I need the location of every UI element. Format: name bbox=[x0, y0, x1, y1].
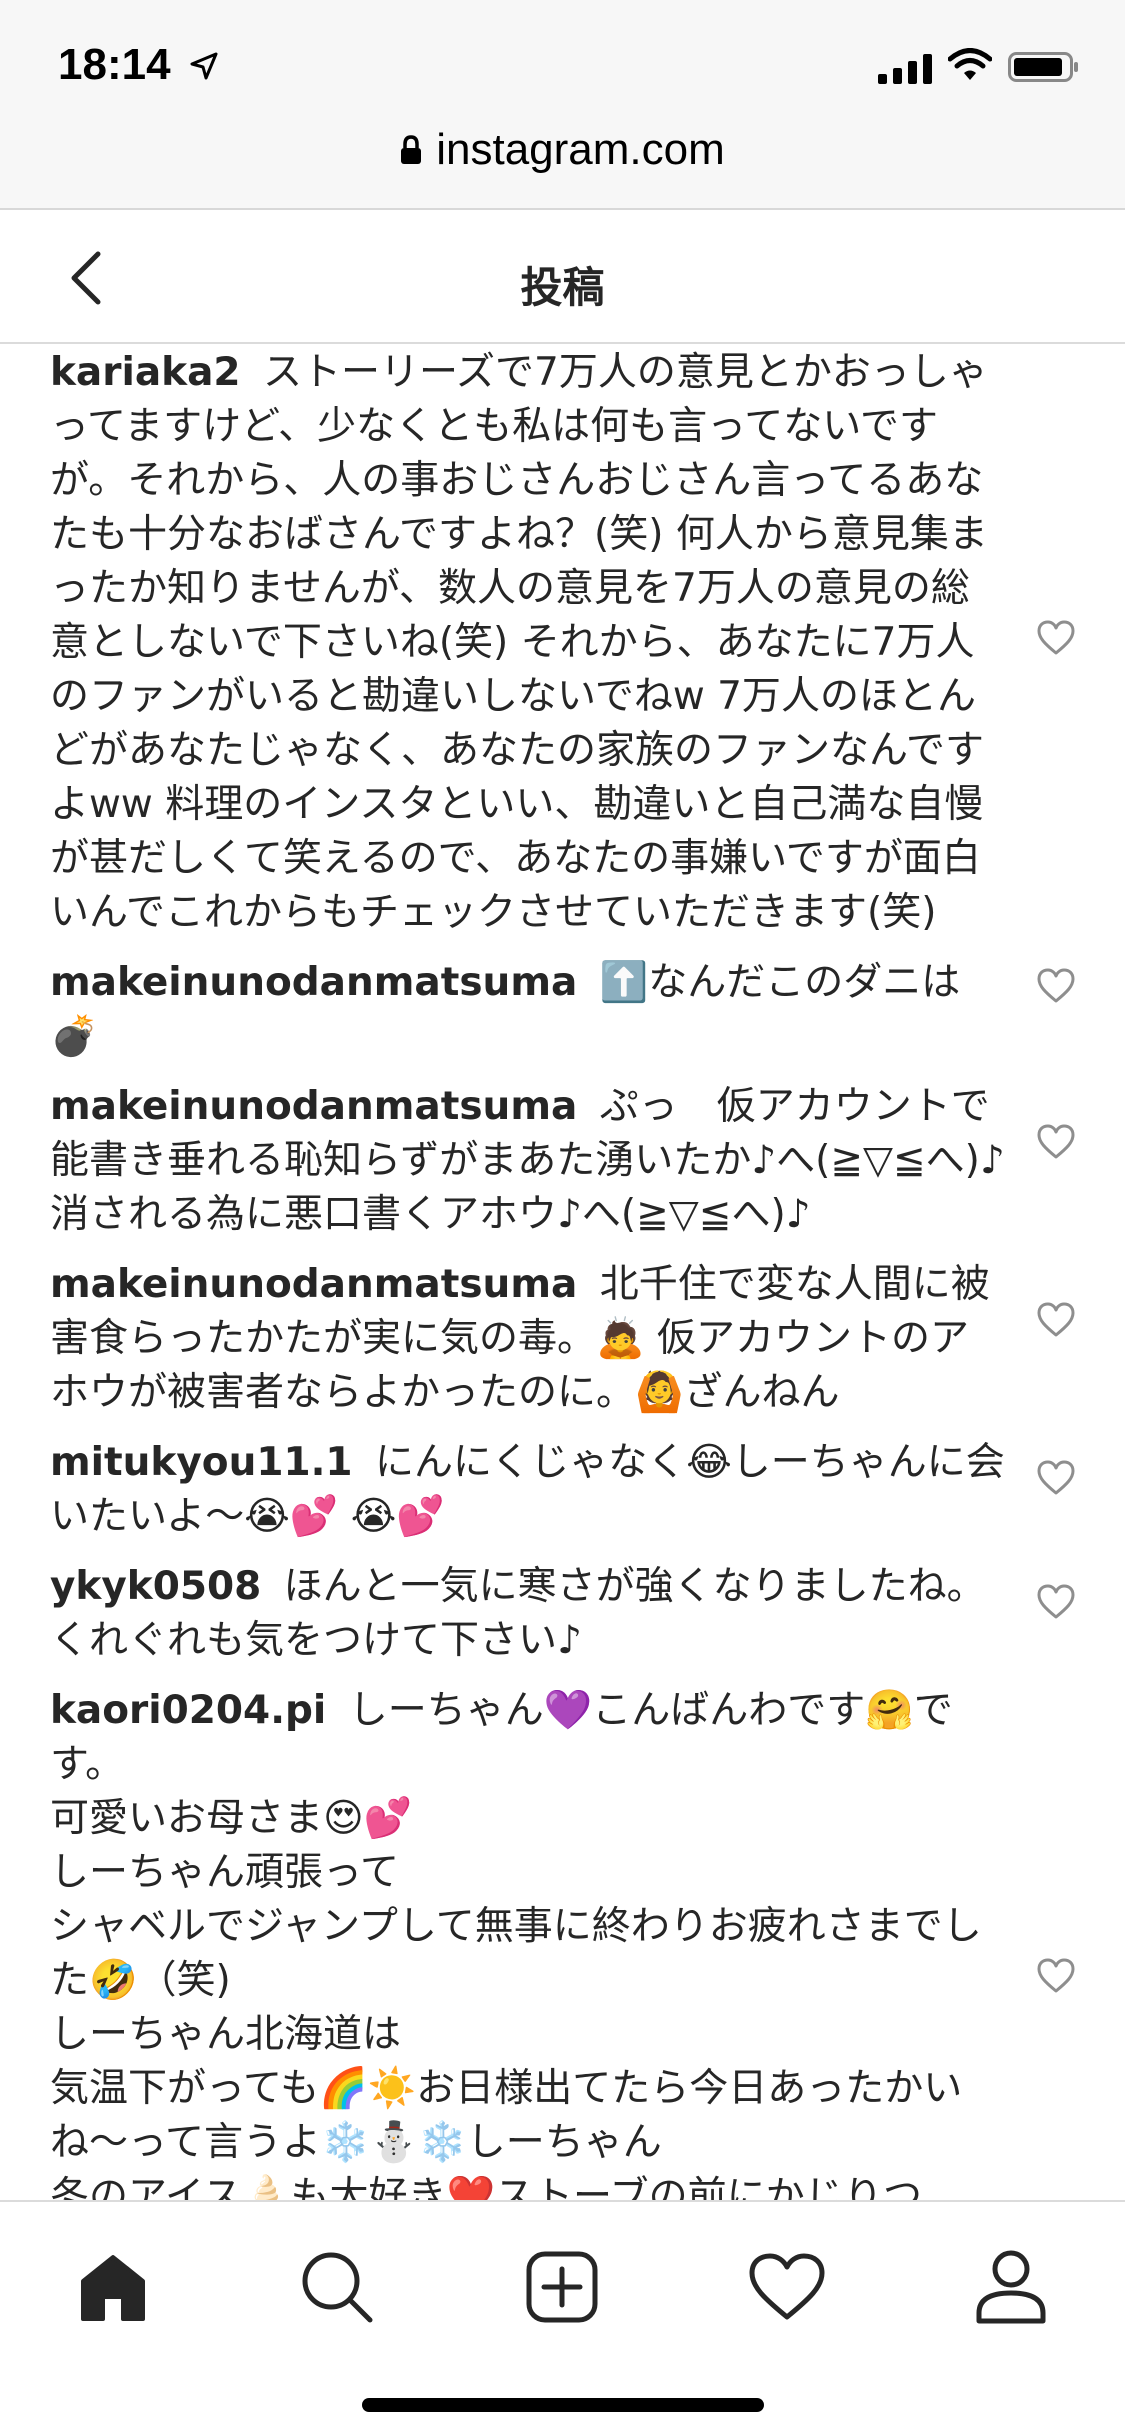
post-header: 投稿 bbox=[0, 210, 1125, 344]
comment-item: ykyk0508 ほんと一気に寒さが強くなりましたね。くれぐれも気をつけて下さい… bbox=[0, 1560, 1125, 1668]
status-time: 18:14 bbox=[58, 40, 171, 89]
like-heart-icon[interactable] bbox=[1037, 1460, 1075, 1496]
comment-username[interactable]: makeinunodanmatsuma bbox=[50, 960, 577, 1005]
comment-username[interactable]: makeinunodanmatsuma bbox=[50, 1262, 577, 1307]
new-post-icon bbox=[526, 2251, 598, 2323]
comment-item: kariaka2 ストーリーズで7万人の意見とかおっしゃってますけど、少なくとも… bbox=[0, 346, 1125, 940]
tab-profile[interactable] bbox=[966, 2242, 1056, 2332]
like-heart-icon[interactable] bbox=[1037, 1302, 1075, 1338]
search-icon bbox=[302, 2252, 373, 2323]
comment-item: makeinunodanmatsuma ぷっ 仮アカウントで能書き垂れる恥知らず… bbox=[0, 1080, 1125, 1242]
tab-new-post[interactable] bbox=[517, 2242, 607, 2332]
comment-username[interactable]: mitukyou11.1 bbox=[50, 1440, 353, 1485]
like-heart-icon[interactable] bbox=[1037, 1124, 1075, 1160]
like-heart-icon[interactable] bbox=[1037, 620, 1075, 656]
comment-item: makeinunodanmatsuma ⬆️なんだこのダニは💣 bbox=[0, 956, 1125, 1064]
like-heart-icon[interactable] bbox=[1037, 1584, 1075, 1620]
comment-text: ストーリーズで7万人の意見とかおっしゃってますけど、少なくとも私は何も言ってない… bbox=[50, 350, 988, 935]
battery-icon bbox=[1008, 52, 1078, 82]
tab-home[interactable] bbox=[68, 2242, 158, 2332]
home-icon bbox=[81, 2255, 145, 2321]
comment-list[interactable]: kariaka2 ストーリーズで7万人の意見とかおっしゃってますけど、少なくとも… bbox=[0, 344, 1125, 2200]
comment-item: mitukyou11.1 にんにくじゃなく😂しーちゃんに会いたいよ〜😭💕 😭💕 bbox=[0, 1436, 1125, 1544]
comment-username[interactable]: ykyk0508 bbox=[50, 1564, 261, 1609]
lock-icon bbox=[401, 135, 422, 164]
page-title: 投稿 bbox=[520, 263, 605, 312]
comment-username[interactable]: makeinunodanmatsuma bbox=[50, 1084, 577, 1129]
cellular-signal-icon bbox=[878, 54, 932, 84]
comment-item: makeinunodanmatsuma 北千住で変な人間に被害食らったかたが実に… bbox=[0, 1258, 1125, 1420]
activity-heart-icon bbox=[749, 2253, 825, 2320]
home-indicator[interactable] bbox=[362, 2398, 764, 2412]
url-text: instagram.com bbox=[436, 125, 725, 174]
tab-activity[interactable] bbox=[742, 2242, 832, 2332]
location-arrow-icon bbox=[190, 52, 218, 80]
tab-search[interactable] bbox=[292, 2242, 382, 2332]
comment-text: しーちゃん💜こんばんわです🤗です。 可愛いお母さま😍💕 しーちゃん頑張って シャ… bbox=[50, 1688, 982, 2200]
profile-icon bbox=[976, 2250, 1046, 2324]
like-heart-icon[interactable] bbox=[1037, 1958, 1075, 1994]
comment-username[interactable]: kaori0204.pi bbox=[50, 1688, 326, 1733]
wifi-icon bbox=[948, 48, 992, 80]
browser-url-bar[interactable]: instagram.com bbox=[0, 110, 1125, 210]
like-heart-icon[interactable] bbox=[1037, 968, 1075, 1004]
comment-username[interactable]: kariaka2 bbox=[50, 350, 241, 395]
comment-item: kaori0204.pi しーちゃん💜こんばんわです🤗です。 可愛いお母さま😍💕… bbox=[0, 1684, 1125, 2200]
